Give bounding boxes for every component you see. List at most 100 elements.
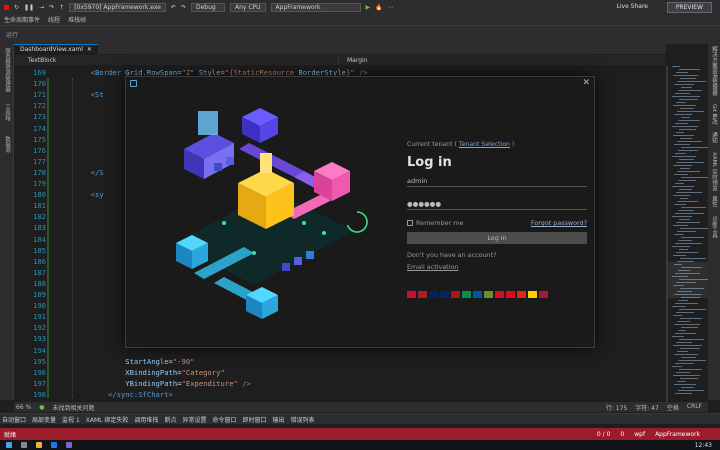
close-icon[interactable]: ✕ [87, 46, 92, 53]
member-dropdown[interactable]: Margin [339, 57, 368, 64]
toolbar-more-icon[interactable]: ⋯ [388, 4, 394, 11]
step-over-icon[interactable]: ↷ [49, 4, 54, 11]
step-out-icon[interactable]: ↑ [59, 4, 64, 11]
language-flag[interactable] [495, 291, 504, 298]
preview-badge[interactable]: PREVIEW [666, 2, 712, 13]
language-flag[interactable] [506, 291, 515, 298]
right-strip-item[interactable]: 解决方案资源管理器 [710, 46, 718, 96]
app-icon [130, 80, 137, 87]
left-strip-item[interactable]: 服务器资源管理器 [3, 48, 11, 92]
language-flag[interactable] [517, 291, 526, 298]
visual-studio-icon[interactable] [66, 442, 72, 448]
minimap-line [679, 249, 688, 250]
windows-start-icon[interactable] [6, 442, 12, 448]
minimap-line [678, 180, 696, 181]
startup-dropdown[interactable]: AppFramework [270, 2, 361, 12]
left-strip-item[interactable]: 工具箱 [3, 104, 11, 121]
minimap-line [680, 318, 702, 319]
tab-dashboardview[interactable]: DashboardView.xaml ✕ [14, 44, 98, 54]
stack-frame-dropdown[interactable]: 堆栈帧 [68, 15, 86, 24]
whitespace-indicator[interactable]: 空格 [667, 403, 679, 412]
right-strip-item[interactable]: XAML 实时预览 [710, 152, 718, 191]
platform-dropdown[interactable]: Any CPU [229, 2, 266, 12]
minimap[interactable] [668, 66, 710, 402]
bottom-tab[interactable]: 断点 [164, 415, 176, 424]
minimap-viewport[interactable] [668, 262, 708, 298]
bottom-tab[interactable]: 异常设置 [182, 415, 206, 424]
project-indicator[interactable]: AppFramework [655, 431, 700, 438]
line-ending-indicator[interactable]: CRLF [687, 403, 702, 412]
config-dropdown[interactable]: Debug [190, 2, 225, 12]
undo-icon[interactable]: ↶ [171, 4, 176, 11]
search-icon[interactable] [21, 442, 27, 448]
dialog-close-button[interactable]: ✕ [582, 78, 590, 88]
element-dropdown[interactable]: TextBlock [14, 56, 339, 64]
username-field[interactable]: admin [407, 177, 587, 187]
checkbox-box[interactable] [407, 220, 413, 226]
forgot-password-link[interactable]: Forgot password? [531, 219, 587, 227]
live-share-button[interactable]: Live Share [617, 3, 648, 10]
stop-debugging-button[interactable] [4, 4, 9, 10]
bottom-tab[interactable]: XAML 绑定失败 [86, 415, 129, 424]
line-number: 170 [33, 79, 46, 89]
language-flag[interactable] [451, 291, 460, 298]
left-strip-item[interactable]: 数据源 [3, 136, 11, 153]
error-counter[interactable]: 0 / 0 [597, 431, 610, 438]
bottom-tab[interactable]: 输出 [273, 415, 285, 424]
language-flag[interactable] [484, 291, 493, 298]
right-strip-item[interactable]: 诊断工具 [710, 216, 718, 238]
minimap-line [680, 378, 698, 379]
explorer-icon[interactable] [36, 442, 42, 448]
code-line[interactable]: 195 StartAngle="-90" [14, 357, 666, 368]
minimap-line [679, 129, 696, 130]
language-flag[interactable] [429, 291, 438, 298]
line-number: 188 [33, 278, 46, 288]
right-strip-item[interactable]: 属性 [710, 196, 718, 207]
language-flag[interactable] [528, 291, 537, 298]
edge-icon[interactable] [51, 442, 57, 448]
hot-reload-icon[interactable]: 🔥 [375, 4, 382, 11]
language-flag[interactable] [418, 291, 427, 298]
restart-button[interactable]: ↻ [14, 4, 19, 11]
language-flag[interactable] [440, 291, 449, 298]
bottom-tab[interactable]: 自动窗口 [2, 415, 26, 424]
pause-button[interactable]: ❚❚ [24, 4, 34, 11]
dialog-titlebar[interactable]: ✕ [126, 77, 596, 91]
code-line[interactable]: 196 XBindingPath="Category" [14, 368, 666, 379]
bottom-tab[interactable]: 监视 1 [62, 415, 80, 424]
bottom-tab[interactable]: 错误列表 [291, 415, 315, 424]
language-flag[interactable] [539, 291, 548, 298]
tab-label: DashboardView.xaml [20, 46, 83, 53]
zoom-level[interactable]: 66 % [16, 404, 31, 411]
lifecycle-events[interactable]: 生命周期事件 [4, 15, 40, 24]
language-flag[interactable] [407, 291, 416, 298]
line-number: 194 [33, 345, 46, 355]
tenant-selection-link[interactable]: Tenant Selection [459, 141, 510, 148]
code-line[interactable]: 197 YBindingPath="Expenditure" /> [14, 379, 666, 390]
remember-me-checkbox[interactable]: Remember me [407, 219, 463, 227]
code-line[interactable]: 198 </sync:SfChart> [14, 390, 666, 401]
right-strip-item[interactable]: 通知 [710, 132, 718, 143]
process-dropdown[interactable]: [0x5970] AppFramework.exe [69, 2, 166, 12]
step-icon[interactable]: → [39, 4, 44, 11]
language-flag[interactable] [462, 291, 471, 298]
thread-dropdown[interactable]: 线程 [48, 15, 60, 24]
minimap-line [677, 141, 702, 142]
password-field[interactable]: ●●●●●● [407, 200, 587, 210]
issues-text[interactable]: 未找到相关问题 [53, 403, 95, 412]
redo-icon[interactable]: ↷ [181, 4, 186, 11]
bottom-tab[interactable]: 局部变量 [32, 415, 56, 424]
branch-indicator[interactable]: wpf [634, 431, 645, 438]
login-button[interactable]: Log in [407, 232, 587, 244]
continue-icon[interactable]: ▶ [366, 4, 371, 11]
bottom-tab[interactable]: 调用堆栈 [134, 415, 158, 424]
bottom-tab[interactable]: 即时窗口 [242, 415, 266, 424]
right-strip-item[interactable]: Git 更改 [710, 104, 718, 125]
minimap-line [680, 348, 700, 349]
bottom-tab[interactable]: 命令窗口 [212, 415, 236, 424]
left-tool-strip: 服务器资源管理器 工具箱 数据源 [0, 44, 14, 400]
line-number: 195 [33, 356, 46, 366]
warning-counter[interactable]: 0 [620, 431, 624, 438]
email-activation-link[interactable]: Email activation [407, 263, 458, 271]
language-flag[interactable] [473, 291, 482, 298]
